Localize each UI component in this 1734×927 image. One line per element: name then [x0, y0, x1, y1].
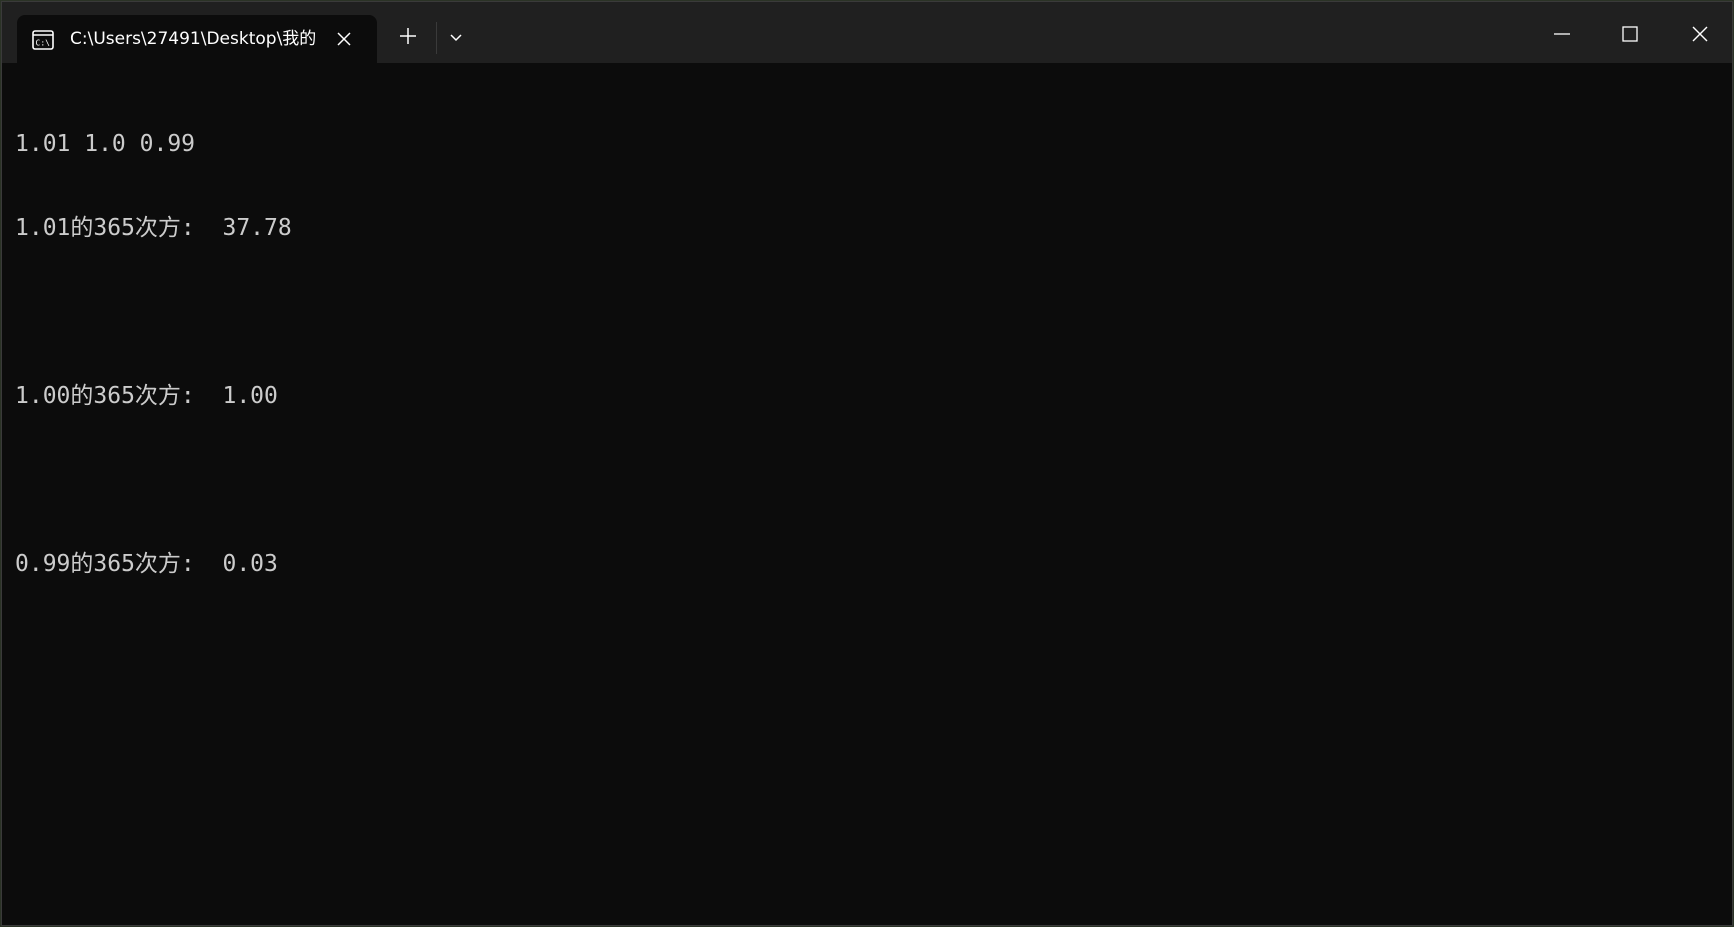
- tab-active[interactable]: C:\ C:\Users\27491\Desktop\我的: [17, 15, 377, 63]
- tab-separator: [436, 22, 437, 54]
- close-window-icon[interactable]: [1688, 22, 1712, 46]
- minimize-icon[interactable]: [1550, 22, 1574, 46]
- title-bar[interactable]: C:\ C:\Users\27491\Desktop\我的: [2, 2, 1732, 63]
- terminal-line: 1.00的365次方: 1.00: [15, 383, 278, 409]
- plus-icon[interactable]: [398, 26, 418, 46]
- terminal-window: C:\ C:\Users\27491\Desktop\我的 1.01 1.0 0…: [1, 1, 1733, 926]
- close-icon[interactable]: [334, 29, 354, 49]
- chevron-down-icon[interactable]: [446, 28, 466, 48]
- terminal-line: 1.01的365次方: 37.78: [15, 215, 292, 241]
- tab-title: C:\Users\27491\Desktop\我的: [70, 29, 317, 49]
- terminal-output[interactable]: 1.01 1.0 0.99 1.01的365次方: 37.78 1.00的365…: [15, 74, 292, 634]
- svg-text:C:\: C:\: [36, 39, 51, 48]
- terminal-icon: C:\: [32, 30, 54, 50]
- maximize-icon[interactable]: [1618, 22, 1642, 46]
- terminal-line: 0.99的365次方: 0.03: [15, 551, 278, 577]
- terminal-line: 1.01 1.0 0.99: [15, 131, 196, 157]
